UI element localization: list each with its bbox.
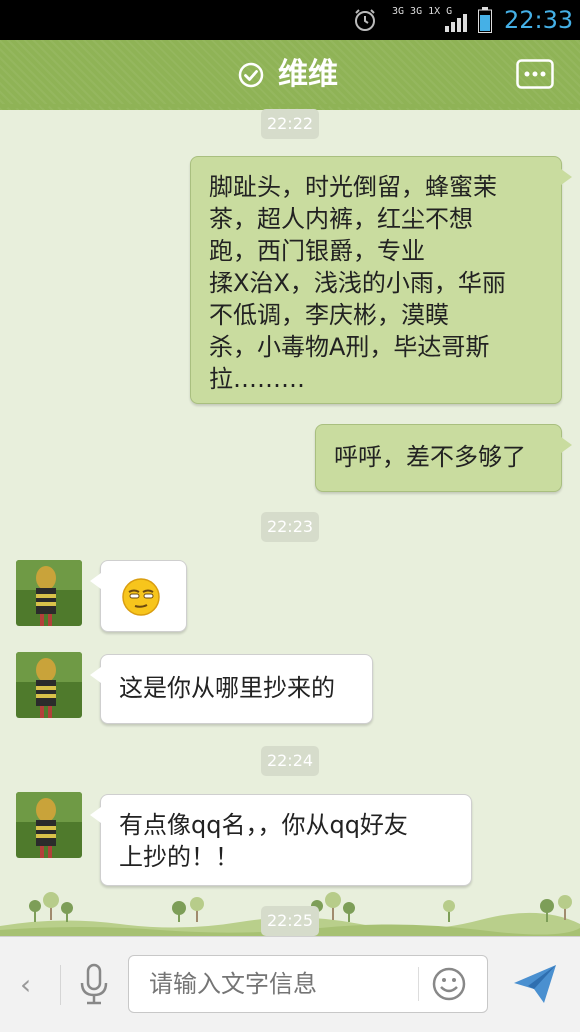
message-line: 有点像qq名，，你从qq好友 xyxy=(119,811,408,839)
timestamp: 22:25 xyxy=(261,906,319,936)
timestamp: 22:23 xyxy=(261,512,319,542)
emoji-icon[interactable] xyxy=(432,967,466,1001)
back-chevron-icon[interactable]: ‹ xyxy=(20,967,31,1003)
network-indicator: 3G 3G 1X G xyxy=(392,6,472,34)
send-icon[interactable] xyxy=(512,963,558,1005)
status-bar: 3G 3G 1X G 22:33 xyxy=(0,0,580,40)
incoming-message-bubble[interactable] xyxy=(90,560,187,632)
message-line: 茶，超人内裤，红尘不想 xyxy=(209,205,473,233)
avatar-photo xyxy=(16,792,82,858)
message-line: 这是你从哪里抄来的 xyxy=(119,674,335,702)
message-line: 脚趾头，时光倒留，蜂蜜茉 xyxy=(209,173,497,201)
message-line: 拉……… xyxy=(209,365,305,393)
avatar-photo xyxy=(16,652,82,718)
message-line: 呼呼，差不多够了 xyxy=(334,443,526,471)
avatar[interactable] xyxy=(16,652,82,718)
status-time: 22:33 xyxy=(504,6,574,34)
message-line: 揉X治X，浅浅的小雨，华丽 xyxy=(209,269,506,297)
smirk-face-emoji xyxy=(122,578,160,616)
chat-title: 维维 xyxy=(278,57,338,92)
avatar-photo xyxy=(16,560,82,626)
battery-icon xyxy=(478,7,492,33)
avatar[interactable] xyxy=(16,792,82,858)
input-bar: ‹ xyxy=(0,936,580,1032)
message-line: 不低调，李庆彬，漠瞙 xyxy=(209,301,449,329)
message-line: 上抄的！！ xyxy=(119,843,239,871)
avatar[interactable] xyxy=(16,560,82,626)
divider xyxy=(60,965,61,1005)
message-line: 杀，小毒物A刑，毕达哥斯 xyxy=(209,333,490,361)
divider xyxy=(418,967,419,1001)
outgoing-message-bubble[interactable]: 呼呼，差不多够了 xyxy=(315,424,572,492)
check-circle-icon xyxy=(238,62,264,88)
microphone-icon[interactable] xyxy=(78,963,110,1005)
message-list[interactable]: 22:22 脚趾头，时光倒留，蜂蜜茉 茶，超人内裤，红尘不想 跑，西门银爵，专业… xyxy=(0,109,580,936)
timestamp: 22:24 xyxy=(261,746,319,776)
message-line: 跑，西门银爵，专业 xyxy=(209,237,425,265)
incoming-message-bubble[interactable]: 这是你从哪里抄来的 xyxy=(90,654,373,724)
alarm-clock-icon xyxy=(355,9,375,31)
timestamp: 22:22 xyxy=(261,109,319,139)
signal-icon xyxy=(445,14,467,32)
incoming-message-bubble[interactable]: 有点像qq名，，你从qq好友 上抄的！！ xyxy=(90,794,472,886)
outgoing-message-bubble[interactable]: 脚趾头，时光倒留，蜂蜜茉 茶，超人内裤，红尘不想 跑，西门银爵，专业 揉X治X，… xyxy=(190,156,572,404)
more-dots-icon[interactable] xyxy=(516,59,554,89)
